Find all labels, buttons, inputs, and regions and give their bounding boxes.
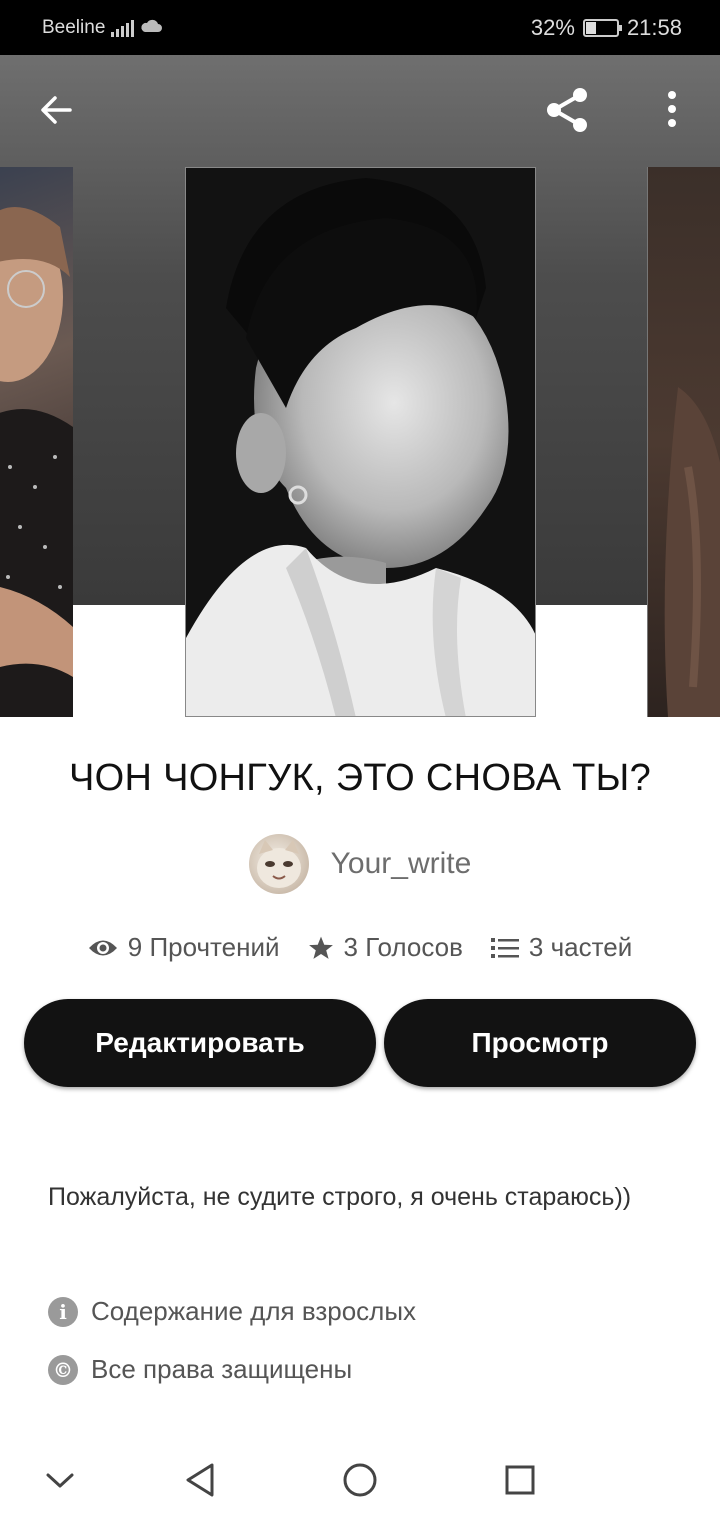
status-right: 32% 21:58 [531, 15, 682, 41]
eye-icon [88, 940, 117, 955]
carrier-name: Beeline [42, 17, 106, 38]
previous-cover[interactable] [0, 167, 73, 717]
back-button[interactable] [28, 82, 84, 138]
cat-avatar-image [256, 840, 301, 888]
recents-square-icon [505, 1465, 535, 1495]
next-cover[interactable] [647, 167, 720, 717]
story-cover[interactable] [185, 167, 536, 717]
story-details-screen: Beeline 32% 21:58 ЧОН ЧОНГУК, ЭТО СНОВА … [0, 0, 720, 1520]
copyright-row: © Все права защищены [48, 1354, 352, 1385]
back-triangle-icon [186, 1463, 214, 1497]
story-description: Пожалуйста, не судите строго, я очень ст… [48, 1183, 632, 1211]
more-vertical-icon [668, 91, 676, 127]
story-title: ЧОН ЧОНГУК, ЭТО СНОВА ТЫ? [68, 757, 652, 799]
star-icon [308, 936, 333, 959]
share-icon [547, 88, 587, 132]
chevron-down-icon [46, 1473, 74, 1488]
votes-count: 3 Голосов [343, 932, 463, 962]
list-icon [490, 937, 519, 958]
copyright-icon: © [48, 1354, 78, 1385]
battery-icon [582, 19, 622, 37]
system-nav-bar [0, 1440, 720, 1520]
signal-icon [111, 19, 135, 37]
nav-home-button[interactable] [330, 1450, 390, 1510]
author-name[interactable]: Your_write [331, 847, 472, 881]
edit-button[interactable]: Редактировать [24, 999, 376, 1087]
reads-stat: 9 Прочтений [88, 932, 280, 963]
reads-count: 9 Прочтений [127, 932, 280, 962]
clock: 21:58 [626, 15, 682, 40]
status-bar: Beeline 32% 21:58 [0, 0, 720, 55]
story-stats: 9 Прочтений 3 Голосов 3 частей [0, 932, 720, 963]
parts-stat[interactable]: 3 частей [490, 932, 633, 963]
mature-content-label: Содержание для взрослых [91, 1296, 417, 1326]
battery-percent: 32% [530, 15, 575, 40]
status-left: Beeline [42, 17, 163, 39]
author-row[interactable]: Your_write [0, 834, 720, 894]
hide-nav-button[interactable] [30, 1450, 90, 1510]
portrait-image [664, 387, 720, 717]
votes-stat: 3 Голосов [308, 932, 463, 963]
share-button[interactable] [539, 82, 595, 138]
mature-content-row: i Содержание для взрослых [48, 1296, 416, 1327]
portrait-image [0, 207, 73, 717]
info-icon: i [48, 1296, 78, 1327]
avatar[interactable] [248, 834, 309, 894]
more-button[interactable] [644, 82, 700, 138]
portrait-image [186, 168, 535, 716]
arrow-left-icon [41, 96, 72, 124]
nav-recents-button[interactable] [490, 1450, 550, 1510]
preview-button[interactable]: Просмотр [384, 999, 696, 1087]
cloud-icon [140, 17, 163, 39]
nav-back-button[interactable] [170, 1450, 230, 1510]
parts-count: 3 частей [528, 932, 633, 962]
home-circle-icon [343, 1463, 377, 1497]
copyright-label: Все права защищены [91, 1354, 353, 1384]
